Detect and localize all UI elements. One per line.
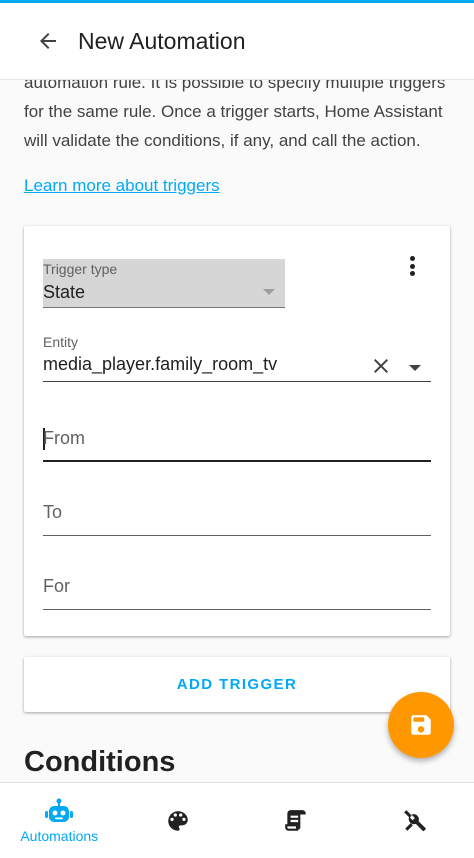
triggers-intro-text: automation rule. It is possible to speci… — [24, 80, 446, 150]
to-field — [43, 496, 431, 536]
entity-input[interactable] — [43, 354, 353, 375]
back-button[interactable] — [24, 17, 72, 65]
nav-item-scripts[interactable] — [237, 783, 356, 858]
dots-vertical-icon — [409, 256, 415, 261]
conditions-title: Conditions — [24, 746, 176, 778]
trigger-menu-button[interactable] — [400, 252, 424, 280]
add-trigger-card: ADD TRIGGER — [24, 657, 450, 712]
clear-entity-button[interactable] — [369, 354, 393, 378]
dropdown-caret-icon — [263, 289, 275, 295]
nav-item-themes[interactable] — [119, 783, 238, 858]
tools-icon — [403, 809, 426, 831]
arrow-left-icon — [40, 33, 56, 49]
nav-label-automations: Automations — [20, 827, 99, 844]
entity-field: Entity — [43, 332, 431, 382]
script-icon — [285, 809, 306, 831]
bottom-navigation: Automations — [0, 782, 474, 858]
nav-item-settings[interactable] — [356, 783, 474, 858]
trigger-card: Trigger type State Entity — [24, 226, 450, 636]
dots-vertical-icon-dot — [409, 271, 415, 276]
page-title: New Automation — [78, 27, 246, 54]
entity-dropdown-caret-icon[interactable] — [409, 365, 421, 371]
nav-item-automations[interactable]: Automations — [0, 783, 119, 858]
robot-icon — [45, 798, 74, 822]
app-bar: New Automation — [0, 3, 474, 80]
save-button[interactable] — [388, 692, 454, 758]
to-input[interactable] — [43, 502, 431, 523]
for-input[interactable] — [43, 576, 431, 597]
trigger-type-value: State — [43, 282, 86, 302]
dots-vertical-icon-dot — [409, 263, 415, 269]
for-field — [43, 570, 431, 610]
trigger-type-select[interactable]: Trigger type State — [43, 259, 285, 308]
learn-more-triggers-link[interactable]: Learn more about triggers — [24, 176, 220, 196]
close-icon — [374, 359, 388, 373]
add-trigger-button[interactable]: ADD TRIGGER — [24, 657, 450, 712]
automation-editor: automation rule. It is possible to speci… — [0, 80, 474, 782]
trigger-type-label: Trigger type — [43, 261, 118, 277]
from-field — [43, 422, 431, 462]
save-icon — [411, 715, 431, 735]
entity-label: Entity — [43, 334, 79, 350]
palette-icon — [168, 810, 188, 831]
from-input[interactable] — [43, 428, 431, 449]
